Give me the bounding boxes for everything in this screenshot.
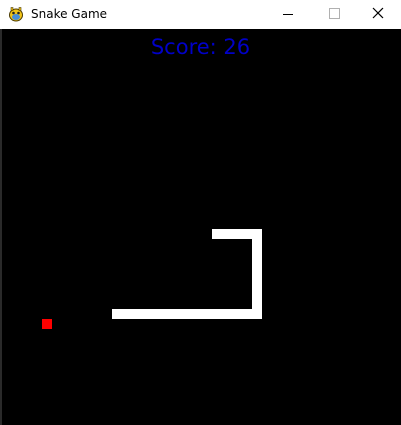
maximize-icon: [329, 8, 340, 19]
snake-body-segment: [112, 309, 262, 319]
close-icon: [372, 7, 384, 19]
title-bar[interactable]: Snake Game: [0, 0, 401, 29]
app-icon: [8, 6, 24, 22]
snake-body-segment: [252, 229, 262, 319]
food-pellet: [42, 319, 52, 329]
game-canvas[interactable]: Score: 26: [0, 29, 401, 425]
window-title: Snake Game: [31, 7, 108, 21]
maximize-button[interactable]: [311, 0, 357, 29]
snake-game-window: Snake Game Score: 26: [0, 0, 401, 425]
close-button[interactable]: [355, 0, 401, 29]
minimize-icon: [283, 14, 293, 15]
minimize-button[interactable]: [265, 0, 311, 29]
window-border: [0, 29, 2, 425]
score-display: Score: 26: [0, 34, 401, 60]
score-text: Score: 26: [150, 35, 251, 59]
